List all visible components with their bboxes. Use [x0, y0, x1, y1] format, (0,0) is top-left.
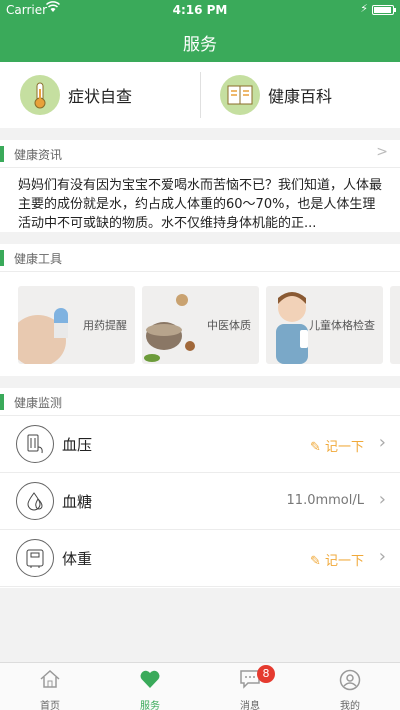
chevron-right-icon: ›	[378, 432, 386, 453]
thermometer-icon	[20, 75, 60, 115]
monitor-row-blood-pressure[interactable]: 血压 ✎ 记一下 ›	[0, 416, 400, 473]
page-title: 服务	[183, 35, 217, 55]
symptom-check-button[interactable]: 症状自查	[0, 62, 200, 128]
tool-card-partial[interactable]	[390, 286, 400, 364]
chevron-right-icon: >	[376, 144, 388, 160]
tool-card-tcm-constitution[interactable]: 中医体质	[142, 286, 259, 364]
tools-section-header: 健康工具	[0, 244, 400, 272]
scale-icon	[16, 539, 54, 577]
monitor-name: 体重	[62, 550, 93, 568]
unread-badge: 8	[257, 665, 275, 683]
tool-label: 中医体质	[207, 319, 251, 332]
herbs-icon	[144, 294, 195, 362]
record-label: 记一下	[324, 440, 364, 455]
tool-card-medication-reminder[interactable]: 用药提醒	[18, 286, 135, 364]
chevron-right-icon: ›	[378, 489, 386, 510]
tool-label: 用药提醒	[83, 319, 127, 332]
tool-label: 儿童体格检查	[309, 319, 375, 332]
news-section-header[interactable]: 健康资讯 >	[0, 140, 400, 168]
monitor-name: 血压	[62, 436, 93, 454]
clock: 4:16 PM	[172, 3, 228, 17]
tab-label: 我的	[340, 701, 360, 710]
battery-icon	[372, 5, 396, 15]
tab-profile[interactable]: 我的	[300, 663, 400, 710]
blood-pressure-icon	[16, 425, 54, 463]
health-monitor-list: 血压 ✎ 记一下 › 血糖 11.0mmol/L › 体重 ✎ 记一下 ›	[0, 416, 400, 588]
tab-bar: 首页 服务 8 消息 我的	[0, 662, 400, 710]
tab-home[interactable]: 首页	[0, 663, 100, 710]
section-marker	[0, 146, 4, 162]
news-section-title: 健康资讯	[14, 148, 63, 162]
tab-label: 消息	[240, 701, 260, 710]
record-label: 记一下	[324, 554, 364, 569]
pencil-icon: ✎	[309, 554, 325, 569]
pill-icon	[18, 308, 68, 364]
message-icon	[200, 669, 300, 694]
tools-section-title: 健康工具	[14, 252, 63, 266]
monitor-name: 血糖	[62, 493, 93, 511]
tab-label: 首页	[40, 701, 60, 710]
health-encyclopedia-button[interactable]: 健康百科	[200, 62, 400, 128]
tools-carousel[interactable]: 用药提醒 中医体质 儿童体格检查	[0, 272, 400, 376]
record-button[interactable]: ✎ 记一下	[310, 550, 364, 569]
pencil-icon: ✎	[309, 440, 325, 455]
monitor-value: 11.0mmol/L	[286, 493, 364, 508]
news-article-preview[interactable]: 妈妈们有没有因为宝宝不爱喝水而苦恼不已？我们知道，人体最主要的成份就是水，约占成…	[0, 168, 400, 232]
blood-drop-icon	[16, 482, 54, 520]
battery-level	[374, 7, 391, 13]
monitor-row-blood-sugar[interactable]: 血糖 11.0mmol/L ›	[0, 473, 400, 530]
nav-header: Carrier 4:16 PM ⚡ 服务	[0, 0, 400, 62]
home-icon	[0, 669, 100, 694]
monitor-section-title: 健康监测	[14, 396, 63, 410]
tab-services[interactable]: 服务	[100, 663, 200, 710]
chevron-right-icon: ›	[378, 546, 386, 567]
quick-links: 症状自查 健康百科	[0, 62, 400, 128]
symptom-check-label: 症状自查	[68, 87, 133, 106]
tab-messages[interactable]: 8 消息	[200, 663, 300, 710]
health-encyclopedia-label: 健康百科	[268, 87, 333, 106]
heart-icon	[100, 669, 200, 694]
monitor-section-header: 健康监测	[0, 388, 400, 416]
section-marker	[0, 250, 4, 266]
book-icon	[220, 75, 260, 115]
section-marker	[0, 394, 4, 410]
record-button[interactable]: ✎ 记一下	[310, 436, 364, 455]
tab-label: 服务	[140, 701, 160, 710]
charging-icon: ⚡	[360, 2, 368, 15]
status-bar: Carrier 4:16 PM ⚡	[0, 0, 400, 20]
user-icon	[300, 669, 400, 696]
monitor-row-weight[interactable]: 体重 ✎ 记一下 ›	[0, 530, 400, 587]
tool-card-child-growth-check[interactable]: 儿童体格检查	[266, 286, 383, 364]
